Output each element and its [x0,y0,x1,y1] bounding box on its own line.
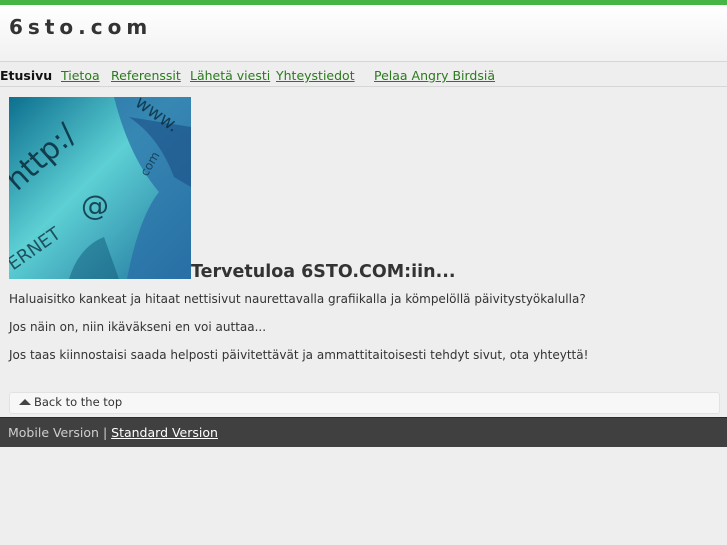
welcome-heading: Tervetuloa 6STO.COM:iin... [191,262,456,282]
back-to-top-bar[interactable]: Back to the top [9,392,720,414]
footer-separator: | [102,425,108,440]
hero-text-at: @ [81,189,109,222]
site-header: 6sto.com [0,5,727,62]
triangle-up-icon [19,399,31,405]
site-footer: Mobile Version | Standard Version [0,417,727,447]
nav-link-angry-birds[interactable]: Pelaa Angry Birdsiä [374,68,495,83]
mobile-version-label: Mobile Version [8,425,99,440]
main-nav: Etusivu Tietoa Referenssit Lähetä viesti… [0,62,727,87]
nav-link-yhteystiedot[interactable]: Yhteystiedot [276,68,355,83]
standard-version-link[interactable]: Standard Version [111,425,218,440]
nav-link-laheta-viesti[interactable]: Lähetä viesti [190,68,270,83]
main-content: http:/ www. @ com TERNET Tervetuloa 6STO… [0,87,727,387]
intro-paragraph-1: Haluaisitko kankeat ja hitaat nettisivut… [9,292,586,306]
intro-paragraph-3: Jos taas kiinnostaisi saada helposti päi… [9,348,589,362]
back-to-top-label[interactable]: Back to the top [34,395,122,409]
nav-link-referenssit[interactable]: Referenssit [111,68,181,83]
nav-link-tietoa[interactable]: Tietoa [61,68,100,83]
hero-image: http:/ www. @ com TERNET [9,97,191,279]
intro-paragraph-2: Jos näin on, niin ikäväkseni en voi autt… [9,320,267,334]
nav-item-etusivu[interactable]: Etusivu [0,68,52,83]
footer-versions: Mobile Version | Standard Version [8,425,218,440]
site-title[interactable]: 6sto.com [9,15,152,39]
